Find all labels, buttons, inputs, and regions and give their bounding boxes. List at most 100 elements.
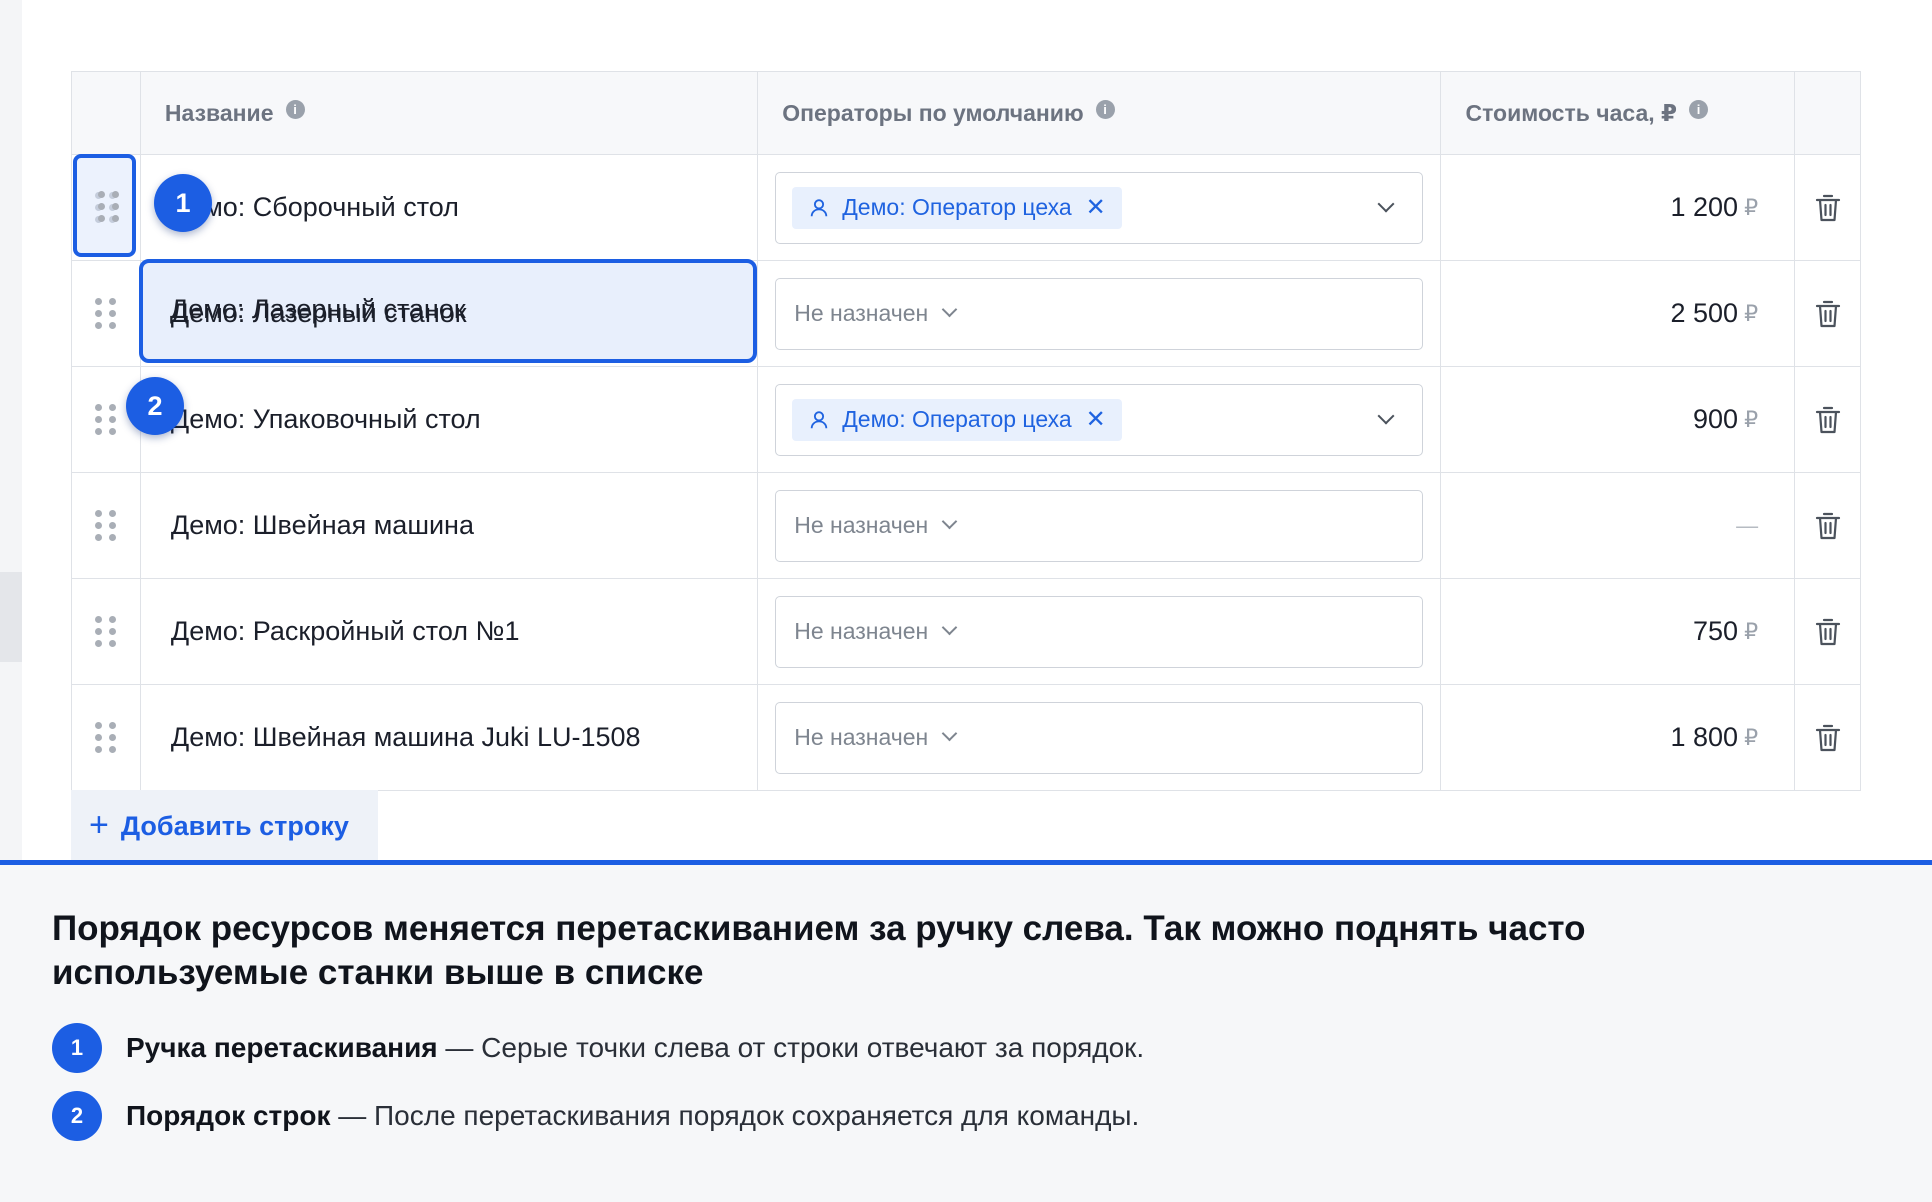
operator-tag: Демо: Оператор цеха ✕ <box>792 186 1122 229</box>
operator-cell: Не назначен <box>757 579 1440 684</box>
trash-icon[interactable] <box>1815 723 1841 753</box>
close-icon[interactable]: ✕ <box>1086 193 1106 222</box>
header-cost-label: Стоимость часа, ₽ <box>1465 99 1678 126</box>
operator-cell: Не назначен <box>757 685 1440 790</box>
info-icon[interactable]: i <box>285 99 305 119</box>
chevron-down-icon[interactable] <box>941 301 958 318</box>
page: Название i Операторы по умолчанию i Стои… <box>0 0 1932 1202</box>
drag-handle[interactable] <box>72 579 140 684</box>
table-row: Демо: Швейная машина Не назначен — <box>72 472 1860 578</box>
panel-title: Порядок ресурсов меняется перетаскивание… <box>52 909 1586 992</box>
operator-select[interactable]: Не назначен <box>775 489 1424 562</box>
delete-cell <box>1794 685 1860 790</box>
delete-cell <box>1794 473 1860 578</box>
resource-name: Демо: Раскройный стол №1 <box>170 616 520 646</box>
operator-select[interactable]: Не назначен <box>775 277 1424 350</box>
drag-handle[interactable] <box>72 473 140 578</box>
operator-select[interactable]: Не назначен <box>775 701 1424 774</box>
operator-placeholder: Не назначен <box>794 724 929 750</box>
drag-handle-icon <box>98 191 119 222</box>
legend-text: Порядок строк — После перетаскивания пор… <box>126 1100 1139 1132</box>
drag-handle-icon[interactable] <box>95 510 117 541</box>
operator-cell: Демо: Оператор цеха ✕ <box>757 155 1440 260</box>
cost-cell[interactable]: 900 ₽ <box>1440 367 1794 472</box>
trash-icon[interactable] <box>1815 511 1841 541</box>
explanation-panel: Порядок ресурсов меняется перетаскивание… <box>0 860 1932 1202</box>
currency-sign: ₽ <box>1744 194 1759 220</box>
trash-icon[interactable] <box>1815 299 1841 329</box>
operator-select[interactable]: Демо: Оператор цеха ✕ <box>775 171 1424 244</box>
header-operators: Операторы по умолчанию i <box>757 72 1440 154</box>
resource-name-cell[interactable]: Демо: Упаковочный стол <box>139 367 757 472</box>
resource-name-cell[interactable]: Демо: Швейная машина Juki LU-1508 <box>139 685 757 790</box>
operator-tag-label: Демо: Оператор цеха <box>842 194 1072 220</box>
resources-table: Название i Операторы по умолчанию i Стои… <box>71 71 1861 791</box>
operator-tag-label: Демо: Оператор цеха <box>842 406 1072 432</box>
table-row: Демо: Раскройный стол №1 Не назначен 750… <box>72 578 1860 684</box>
trash-icon[interactable] <box>1815 405 1841 435</box>
cost-value: 900 <box>1693 404 1739 434</box>
drag-handle[interactable] <box>72 685 140 790</box>
legend-item: 2 Порядок строк — После перетаскивания п… <box>52 1091 1139 1141</box>
chevron-down-icon[interactable] <box>941 619 958 636</box>
currency-sign: ₽ <box>1744 300 1759 326</box>
resource-name: Демо: Упаковочный стол <box>170 404 481 434</box>
add-row-button[interactable]: + Добавить строку <box>71 790 378 862</box>
resource-name: Демо: Швейная машина Juki LU-1508 <box>170 722 641 752</box>
table-row: Демо: Упаковочный стол Демо: Оператор це… <box>72 366 1860 472</box>
legend-desc: — Серые точки слева от строки отвечают з… <box>437 1032 1145 1063</box>
trash-icon[interactable] <box>1815 193 1841 223</box>
cost-value: 1 800 <box>1670 722 1739 752</box>
resource-name-cell[interactable]: Демо: Швейная машина <box>139 473 757 578</box>
cost-cell[interactable]: 750 ₽ <box>1440 579 1794 684</box>
plus-icon: + <box>89 805 109 844</box>
operator-tag: Демо: Оператор цеха ✕ <box>792 398 1122 441</box>
delete-cell <box>1794 261 1860 366</box>
table-row: Демо: Швейная машина Juki LU-1508 Не наз… <box>72 684 1860 790</box>
operator-placeholder: Не назначен <box>794 300 929 326</box>
chevron-down-icon[interactable] <box>1377 195 1395 212</box>
callout-badge-2: 2 <box>126 377 184 435</box>
drag-handle[interactable] <box>72 261 140 366</box>
info-icon[interactable]: i <box>1095 99 1115 119</box>
header-cost: Стоимость часа, ₽ i <box>1440 72 1794 154</box>
cost-cell[interactable]: 1 200 ₽ <box>1440 155 1794 260</box>
delete-cell <box>1794 367 1860 472</box>
chevron-down-icon[interactable] <box>941 513 958 530</box>
currency-sign: ₽ <box>1744 406 1759 432</box>
drag-handle-icon[interactable] <box>95 616 117 647</box>
drag-handle-icon[interactable] <box>95 404 117 435</box>
resource-name: Демо: Сборочный стол <box>170 192 459 222</box>
side-strip-handle[interactable] <box>0 572 22 662</box>
cost-empty: — <box>1736 512 1759 538</box>
table-row: Демо: Сборочный стол Демо: Оператор цеха… <box>72 154 1860 260</box>
cost-cell[interactable]: 2 500 ₽ <box>1440 261 1794 366</box>
add-row-label: Добавить строку <box>120 810 349 841</box>
header-operators-label: Операторы по умолчанию <box>782 99 1084 126</box>
resource-name-cell[interactable]: Демо: Раскройный стол №1 <box>139 579 757 684</box>
cost-cell[interactable]: — <box>1440 473 1794 578</box>
cost-cell[interactable]: 1 800 ₽ <box>1440 685 1794 790</box>
operator-cell: Не назначен <box>757 261 1440 366</box>
trash-icon[interactable] <box>1815 617 1841 647</box>
legend-number: 2 <box>52 1091 102 1141</box>
resource-name-cell[interactable]: Демо: Сборочный стол <box>139 155 757 260</box>
operator-select[interactable]: Демо: Оператор цеха ✕ <box>775 383 1424 456</box>
callout-badge-1: 1 <box>154 174 212 232</box>
operator-select[interactable]: Не назначен <box>775 595 1424 668</box>
legend-desc: — После перетаскивания порядок сохраняет… <box>330 1100 1140 1131</box>
user-icon <box>810 198 828 216</box>
chevron-down-icon[interactable] <box>941 725 958 742</box>
close-icon[interactable]: ✕ <box>1086 405 1106 434</box>
drag-handle-icon[interactable] <box>95 298 117 329</box>
drag-handle-highlight <box>73 154 136 257</box>
legend-term: Порядок строк <box>126 1100 331 1131</box>
legend-item: 1 Ручка перетаскивания — Серые точки сле… <box>52 1023 1144 1073</box>
cost-value: 2 500 <box>1670 298 1739 328</box>
delete-cell <box>1794 579 1860 684</box>
operator-cell: Демо: Оператор цеха ✕ <box>757 367 1440 472</box>
drag-handle-icon[interactable] <box>95 722 117 753</box>
info-icon[interactable]: i <box>1689 99 1709 119</box>
legend-number: 1 <box>52 1023 102 1073</box>
chevron-down-icon[interactable] <box>1377 407 1395 424</box>
